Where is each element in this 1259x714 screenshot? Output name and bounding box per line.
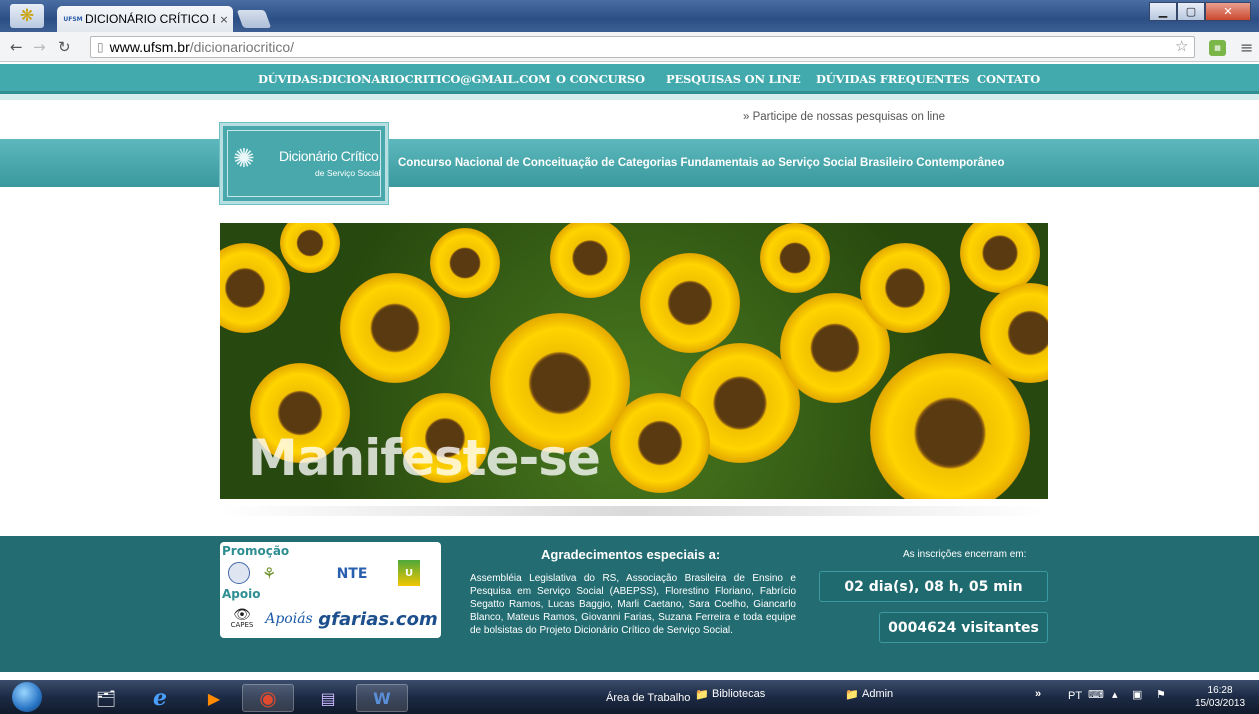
clock-time: 16:28 (1207, 685, 1233, 696)
nav-underbar (0, 94, 1259, 100)
nte-logo[interactable]: NTE (312, 564, 392, 584)
logo-subtitle: de Serviço Social (315, 168, 381, 178)
url-path: /dicionariocritico/ (189, 39, 294, 55)
sunflower (860, 243, 950, 333)
action-center-flag-icon[interactable]: ⚑ (1156, 688, 1166, 701)
chrome-icon[interactable]: ◉ (242, 684, 294, 712)
site-tagline: Concurso Nacional de Conceituação de Cat… (398, 157, 1005, 169)
nav-duvidas-email[interactable]: DÚVIDAS:DICIONARIOCRITICO@GMAIL.COM (258, 72, 551, 86)
keyboard-icon[interactable]: ⌨ (1088, 688, 1104, 701)
new-tab-button[interactable] (236, 10, 272, 28)
promocao-label: Promoção (222, 544, 290, 558)
capes-text: CAPES (230, 621, 254, 629)
dss-logo-icon[interactable]: ⚘ (254, 562, 284, 584)
sunflower (640, 253, 740, 353)
show-hidden-icons-icon[interactable]: ▴ (1112, 688, 1118, 701)
banner-reflection (220, 506, 1048, 516)
sunflower (550, 223, 630, 298)
ufsm-seal-icon[interactable] (228, 562, 250, 584)
banner-title: Manifeste-se (248, 429, 601, 487)
sunflower (220, 243, 290, 333)
page-icon: ▯ (97, 40, 104, 54)
tab-title: DICIONÁRIO CRÍTICO DE (85, 12, 215, 26)
explorer-icon[interactable]: 🗂 (80, 684, 132, 712)
bookmark-star-icon[interactable]: ☆ (1175, 37, 1188, 55)
apoio-logo[interactable]: Apoiás (262, 606, 316, 632)
app-flower-icon: ❋ (10, 4, 44, 28)
internet-explorer-icon[interactable]: e (134, 684, 186, 712)
media-player-icon[interactable]: ▶ (188, 684, 240, 712)
site-nav: DÚVIDAS:DICIONARIOCRITICO@GMAIL.COM O CO… (0, 64, 1259, 94)
dandelion-icon: ✺ (233, 144, 255, 174)
start-button[interactable] (12, 682, 42, 712)
visitors-box: 0004624 visitantes (879, 612, 1048, 643)
gfarias-text: gfarias.com (318, 608, 438, 630)
nte-logo-text: NTE (336, 566, 368, 582)
sunflower (610, 393, 710, 493)
gfarias-logo[interactable]: gfarias.com (318, 606, 438, 632)
sunflower (430, 228, 500, 298)
apoio-label: Apoio (222, 587, 261, 601)
visitors-text: 0004624 visitantes (888, 619, 1039, 636)
winrar-icon[interactable]: ▤ (302, 684, 354, 712)
browser-titlebar: ❋ UFSM DICIONÁRIO CRÍTICO DE × ▁ ▢ ✕ (0, 0, 1259, 32)
reload-icon[interactable]: ↻ (58, 38, 71, 56)
menu-icon[interactable]: ≡ (1240, 38, 1253, 57)
thanks-body: Assembléia Legislativa do RS, Associação… (470, 573, 796, 636)
countdown-text: 02 dia(s), 08 h, 05 min (844, 578, 1023, 595)
admin-folder-icon[interactable]: 📁 (845, 688, 859, 701)
sunflower (760, 223, 830, 293)
site-logo[interactable]: ✺ Dicionário Crítico de Serviço Social (220, 123, 388, 204)
desktop-toolbar-label[interactable]: Área de Trabalho (606, 692, 690, 704)
ufsm-yellow-logo[interactable]: U (398, 560, 420, 586)
network-icon[interactable]: ▣ (1132, 688, 1142, 701)
maximize-button[interactable]: ▢ (1177, 2, 1205, 21)
window-controls: ▁ ▢ ✕ (1149, 2, 1251, 21)
url-text: www.ufsm.br/dicionariocritico/ (110, 39, 294, 55)
tab-close-icon[interactable]: × (215, 13, 233, 26)
bibliotecas-label[interactable]: Bibliotecas (712, 688, 765, 700)
sunflower (280, 223, 340, 273)
ufsm-favicon-icon: UFSM (63, 15, 83, 23)
extension-icon[interactable]: ▦ (1209, 40, 1226, 56)
bibliotecas-folder-icon[interactable]: 📁 (695, 688, 709, 701)
back-arrow-icon[interactable]: ← (10, 38, 23, 56)
nav-duvidas-frequentes[interactable]: DÚVIDAS FREQUENTES (816, 72, 970, 86)
apoio-logo-text: Apoiás (265, 611, 313, 627)
capes-logo[interactable]: 👁 CAPES (224, 606, 260, 634)
inscricoes-label: As inscrições encerram em: (903, 549, 1027, 560)
language-indicator[interactable]: PT (1068, 690, 1082, 702)
clock-date: 15/03/2013 (1195, 698, 1246, 709)
sunflower (340, 273, 450, 383)
url-host: www.ufsm.br (109, 39, 190, 55)
sponsors-box: Promoção ⚘ NTE U Apoio 👁 CAPES Apoiás gfa… (220, 542, 441, 638)
admin-label[interactable]: Admin (862, 688, 893, 700)
browser-tab[interactable]: UFSM DICIONÁRIO CRÍTICO DE × (57, 6, 233, 32)
close-window-button[interactable]: ✕ (1205, 2, 1251, 21)
word-icon[interactable]: W (356, 684, 408, 712)
nav-pesquisas-online[interactable]: PESQUISAS ON LINE (666, 72, 801, 86)
nav-o-concurso[interactable]: O CONCURSO (556, 72, 645, 86)
countdown-box: 02 dia(s), 08 h, 05 min (819, 571, 1048, 602)
browser-toolbar: ← → ↻ ▯ www.ufsm.br/dicionariocritico/ ☆… (0, 32, 1259, 62)
nav-contato[interactable]: CONTATO (977, 72, 1040, 86)
toolbar-overflow-icon[interactable]: » (1035, 688, 1041, 700)
minimize-button[interactable]: ▁ (1149, 2, 1177, 21)
eye-icon: 👁 (233, 607, 251, 623)
forward-arrow-icon[interactable]: → (33, 38, 46, 56)
sunflower-banner: Manifeste-se (220, 223, 1048, 499)
address-bar[interactable]: ▯ www.ufsm.br/dicionariocritico/ (90, 36, 1195, 58)
logo-title: Dicionário Crítico (279, 148, 379, 164)
system-clock[interactable]: 16:28 15/03/2013 (1195, 684, 1245, 710)
thanks-title: Agradecimentos especiais a: (541, 547, 721, 562)
participe-link[interactable]: » Participe de nossas pesquisas on line (743, 111, 945, 123)
